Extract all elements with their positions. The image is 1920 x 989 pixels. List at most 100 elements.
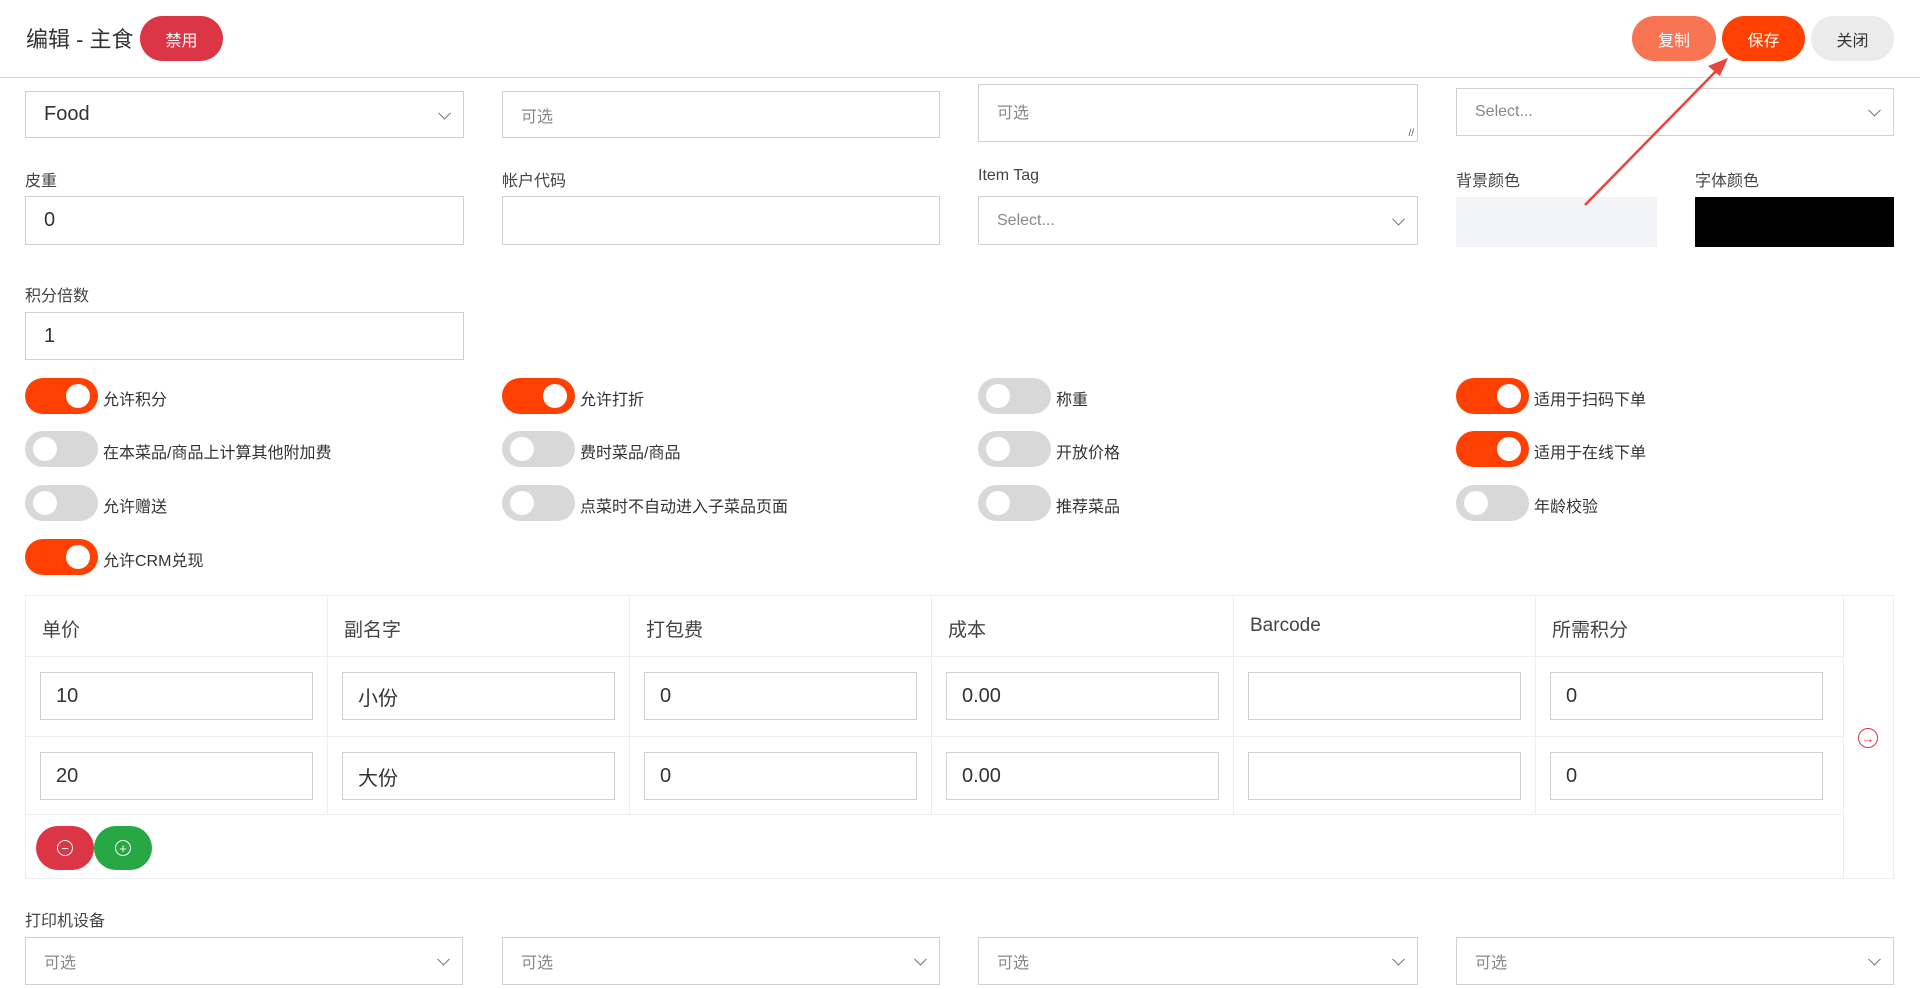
cell-value: 20 bbox=[56, 764, 79, 787]
table-cell-input[interactable]: 0.00 bbox=[946, 672, 1219, 720]
toggle-switch[interactable] bbox=[1456, 378, 1529, 414]
plus-circle-icon: + bbox=[115, 840, 131, 856]
table-cell-input[interactable]: 0.00 bbox=[946, 752, 1219, 800]
resize-handle-icon[interactable]: // bbox=[1408, 128, 1414, 139]
cell-value: 0 bbox=[660, 764, 672, 787]
bg-color-swatch[interactable] bbox=[1456, 197, 1657, 247]
toggle-label: 开放价格 bbox=[1056, 445, 1121, 462]
table-cell-input[interactable]: 大份 bbox=[342, 752, 615, 800]
toggle-switch[interactable] bbox=[25, 485, 98, 521]
printer-select[interactable]: 可选 bbox=[25, 937, 463, 985]
cell-value: 0 bbox=[660, 684, 672, 707]
toggle-switch[interactable] bbox=[978, 485, 1051, 521]
toggle-label: 适用于在线下单 bbox=[1534, 445, 1647, 462]
toggle-label: 允许赠送 bbox=[103, 499, 168, 516]
printer-select[interactable]: 可选 bbox=[502, 937, 940, 985]
add-row-button[interactable]: + bbox=[94, 826, 152, 870]
table-cell-input[interactable] bbox=[1248, 752, 1521, 800]
toggle-knob bbox=[1464, 491, 1488, 515]
chevron-down-icon bbox=[1392, 952, 1405, 966]
table-cell-input[interactable]: 0 bbox=[1550, 672, 1823, 720]
cell-value: 10 bbox=[56, 684, 79, 707]
table-header: Barcode bbox=[1250, 615, 1321, 636]
cell-value: 小份 bbox=[358, 687, 398, 710]
column-divider bbox=[629, 595, 630, 814]
toggle-switch[interactable] bbox=[978, 378, 1051, 414]
copy-button[interactable]: 复制 bbox=[1632, 16, 1716, 61]
toggle-label: 称重 bbox=[1056, 392, 1089, 409]
toggle-switch[interactable] bbox=[1456, 485, 1529, 521]
table-cell-input[interactable] bbox=[1248, 672, 1521, 720]
toggle-switch[interactable] bbox=[25, 378, 98, 414]
toggle-label: 年龄校验 bbox=[1534, 499, 1599, 516]
table-cell-input[interactable]: 0 bbox=[644, 752, 917, 800]
toggle-switch[interactable] bbox=[978, 431, 1051, 467]
toggle-label: 允许CRM兑现 bbox=[103, 553, 204, 570]
item-tag-placeholder: Select... bbox=[997, 211, 1055, 229]
category-select[interactable]: Food bbox=[25, 91, 464, 138]
table-header: 打包费 bbox=[646, 620, 704, 641]
category-value: Food bbox=[44, 103, 90, 125]
optional-input-placeholder: 可选 bbox=[521, 108, 554, 126]
table-header: 所需积分 bbox=[1552, 620, 1629, 641]
column-divider bbox=[327, 595, 328, 814]
arrow-right-circle-icon[interactable]: → bbox=[1858, 728, 1878, 748]
table-header: 成本 bbox=[948, 620, 987, 641]
chevron-down-icon bbox=[438, 106, 451, 120]
toggle-switch[interactable] bbox=[502, 431, 575, 467]
printer-select-placeholder: 可选 bbox=[521, 955, 554, 972]
select-placeholder: Select... bbox=[1475, 103, 1533, 120]
optional-textarea[interactable]: 可选 // bbox=[978, 84, 1418, 142]
toggle-switch[interactable] bbox=[25, 539, 98, 575]
chevron-down-icon bbox=[1868, 103, 1881, 117]
disabled-badge-button[interactable]: 禁用 bbox=[140, 16, 223, 61]
tare-input[interactable]: 0 bbox=[25, 196, 464, 245]
toggle-knob bbox=[510, 491, 534, 515]
table-header: 副名字 bbox=[344, 620, 402, 641]
toggle-label: 推荐菜品 bbox=[1056, 499, 1121, 516]
close-button[interactable]: 关闭 bbox=[1811, 16, 1894, 61]
points-multiplier-value: 1 bbox=[44, 324, 56, 347]
account-code-input[interactable] bbox=[502, 196, 940, 245]
table-cell-input[interactable]: 20 bbox=[40, 752, 313, 800]
toggle-knob bbox=[543, 384, 567, 408]
toggle-knob bbox=[986, 491, 1010, 515]
row-divider bbox=[25, 656, 1843, 657]
table-cell-input[interactable]: 小份 bbox=[342, 672, 615, 720]
toggle-switch[interactable] bbox=[502, 378, 575, 414]
toggle-knob bbox=[66, 545, 90, 569]
table-header: 单价 bbox=[42, 620, 81, 641]
cell-value: 大份 bbox=[358, 767, 398, 790]
column-divider bbox=[1843, 595, 1844, 879]
toggle-switch[interactable] bbox=[25, 431, 98, 467]
save-button[interactable]: 保存 bbox=[1722, 16, 1805, 61]
chevron-down-icon bbox=[437, 952, 450, 966]
printer-select[interactable]: 可选 bbox=[1456, 937, 1894, 985]
font-color-swatch[interactable] bbox=[1695, 197, 1894, 247]
points-multiplier-input[interactable]: 1 bbox=[25, 312, 464, 360]
row-divider bbox=[25, 736, 1843, 737]
toggle-switch[interactable] bbox=[1456, 431, 1529, 467]
table-cell-input[interactable]: 0 bbox=[644, 672, 917, 720]
item-tag-select[interactable]: Select... bbox=[978, 196, 1418, 245]
minus-circle-icon: − bbox=[57, 840, 73, 856]
toggle-switch[interactable] bbox=[502, 485, 575, 521]
toggle-label: 费时菜品/商品 bbox=[580, 445, 681, 462]
column-divider bbox=[1535, 595, 1536, 814]
column-divider bbox=[931, 595, 932, 814]
tare-label: 皮重 bbox=[25, 173, 58, 190]
printer-select-placeholder: 可选 bbox=[44, 955, 77, 972]
tare-value: 0 bbox=[44, 209, 56, 231]
toggle-label: 允许积分 bbox=[103, 392, 168, 409]
remove-row-button[interactable]: − bbox=[36, 826, 94, 870]
points-multiplier-label: 积分倍数 bbox=[25, 288, 90, 305]
select-field[interactable]: Select... bbox=[1456, 88, 1894, 136]
table-cell-input[interactable]: 10 bbox=[40, 672, 313, 720]
bg-color-label: 背景颜色 bbox=[1456, 173, 1521, 190]
page-title: 编辑 - 主食 bbox=[26, 27, 134, 52]
item-tag-label: Item Tag bbox=[978, 167, 1040, 184]
optional-input[interactable]: 可选 bbox=[502, 91, 940, 138]
printer-select-placeholder: 可选 bbox=[997, 955, 1030, 972]
table-cell-input[interactable]: 0 bbox=[1550, 752, 1823, 800]
printer-select[interactable]: 可选 bbox=[978, 937, 1418, 985]
